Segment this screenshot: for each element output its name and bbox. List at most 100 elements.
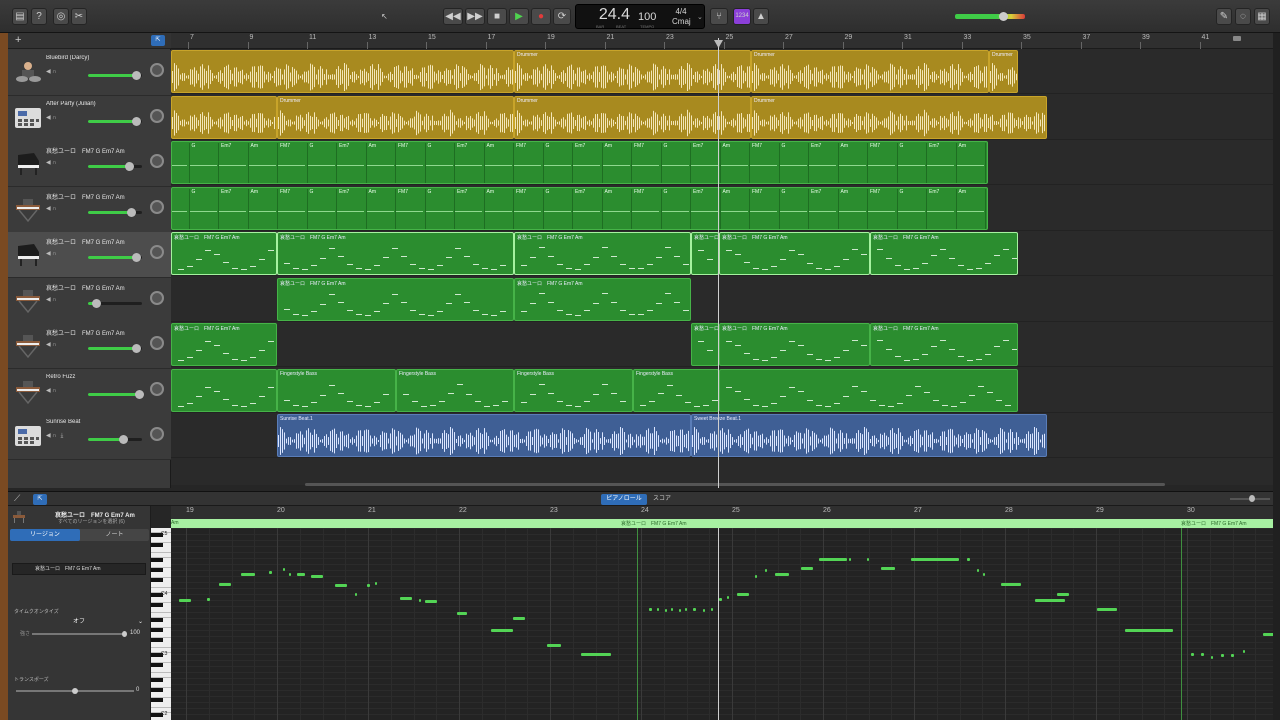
region-name-field[interactable]: 哀愁ユーロ FM7 G Em7 Am	[12, 563, 146, 575]
track-lane[interactable]: 哀愁ユーロ FM7 G Em7 Am哀愁ユーロ FM7 G Em7 Am哀愁ユー…	[171, 231, 1273, 276]
midi-note[interactable]	[297, 573, 305, 576]
arrange-area[interactable]: Drummer Drummer Drummer Drummer Drummer Drumm…	[171, 49, 1273, 485]
track-pan-knob[interactable]	[150, 290, 164, 305]
track-pan-knob[interactable]	[150, 336, 164, 350]
track-header[interactable]: 哀愁ユーロ FM7 G Em7 Am ◀ ∩	[8, 277, 171, 324]
black-key[interactable]	[151, 578, 163, 582]
midi-note[interactable]	[547, 644, 561, 647]
track-pan-knob[interactable]	[150, 108, 164, 123]
headphones-icon[interactable]: ∩	[52, 69, 56, 75]
master-volume-knob[interactable]	[999, 12, 1008, 21]
editor-snap-button[interactable]: ⇱	[33, 494, 47, 505]
zoom-slider[interactable]	[1230, 495, 1270, 502]
midi-note[interactable]	[867, 558, 869, 561]
black-key[interactable]	[151, 568, 163, 572]
track-name[interactable]: 哀愁ユーロ FM7 G Em7 Am	[46, 328, 136, 337]
black-key[interactable]	[151, 678, 163, 682]
midi-note[interactable]	[703, 609, 705, 612]
track-volume-knob[interactable]	[131, 344, 141, 353]
track-name[interactable]: 哀愁ユーロ FM7 G Em7 Am	[46, 237, 136, 246]
track-volume-knob[interactable]	[131, 71, 141, 80]
midi-region[interactable]: 哀愁ユーロ FM7 G Em7 Am	[514, 232, 691, 275]
midi-note[interactable]	[765, 569, 767, 572]
notepad-button[interactable]: ✎	[1216, 8, 1232, 25]
midi-note[interactable]	[457, 612, 467, 615]
library-button[interactable]: ▤	[12, 8, 28, 25]
quantize-select[interactable]: オフ ⌄	[12, 617, 146, 627]
beat-region[interactable]: Sunrise Beat.1	[277, 414, 691, 457]
headphones-icon[interactable]: ∩	[52, 160, 56, 166]
headphones-icon[interactable]: ∩	[52, 297, 56, 303]
track-lane[interactable]: FM7GEm7AmFM7GEm7AmFM7GEm7AmFM7GEm7AmFM7G…	[171, 140, 1273, 185]
track-name[interactable]: 哀愁ユーロ FM7 G Em7 Am	[46, 192, 136, 201]
forward-button[interactable]: ▶▶	[465, 8, 485, 25]
midi-note[interactable]	[491, 629, 513, 632]
track-volume-slider[interactable]	[88, 71, 142, 80]
midi-note[interactable]	[801, 567, 813, 570]
track-name[interactable]: Bluebird (Darcy)	[46, 55, 136, 61]
cycle-button[interactable]: ⟳	[553, 8, 571, 25]
track-volume-knob[interactable]	[135, 389, 145, 399]
track-lane[interactable]: Fingerstyle Bass Fingerstyle Bass Fingerst…	[171, 368, 1273, 413]
midi-note[interactable]	[1231, 654, 1234, 657]
black-key[interactable]	[151, 628, 163, 632]
transpose-slider[interactable]	[16, 688, 134, 694]
track-volume-slider[interactable]	[88, 207, 142, 217]
midi-note[interactable]	[311, 575, 323, 578]
black-key[interactable]	[151, 603, 163, 607]
help-button[interactable]: ?	[31, 8, 47, 25]
master-volume-slider[interactable]	[955, 12, 1025, 21]
track-volume-slider[interactable]	[88, 162, 142, 171]
midi-note[interactable]	[355, 593, 357, 596]
headphones-icon[interactable]: ∩	[52, 206, 56, 212]
drummer-region[interactable]: Drummer	[751, 95, 1047, 139]
drummer-region[interactable]	[171, 50, 514, 93]
drummer-region[interactable]: Drummer	[277, 95, 514, 139]
midi-region[interactable]: Fingerstyle Bass	[277, 368, 396, 412]
black-key[interactable]	[151, 638, 163, 642]
drummer-region[interactable]: Drummer	[989, 50, 1018, 93]
midi-note[interactable]	[1035, 599, 1065, 602]
add-track-button[interactable]: +	[15, 34, 21, 46]
automation-icon[interactable]: ⟋	[14, 493, 20, 504]
midi-note[interactable]	[849, 558, 851, 561]
headphones-icon[interactable]: ∩	[52, 251, 56, 257]
midi-note[interactable]	[425, 600, 437, 603]
midi-note[interactable]	[241, 573, 255, 576]
track-name[interactable]: 哀愁ユーロ FM7 G Em7 Am	[46, 146, 136, 155]
track-volume-knob[interactable]	[131, 116, 141, 126]
drummer-region[interactable]: Drummer	[514, 95, 751, 139]
midi-region[interactable]: Fingerstyle Bass	[396, 368, 514, 412]
midi-note[interactable]	[737, 593, 749, 596]
track-volume-slider[interactable]	[88, 116, 142, 126]
track-volume-knob[interactable]	[127, 207, 137, 217]
track-volume-knob[interactable]	[124, 162, 134, 171]
strength-knob[interactable]	[122, 631, 127, 637]
midi-region[interactable]	[171, 368, 277, 412]
zoom-slider-knob[interactable]	[1249, 495, 1255, 502]
editors-button[interactable]: ✂	[71, 8, 87, 25]
midi-note[interactable]	[219, 583, 231, 586]
midi-note[interactable]	[179, 599, 191, 602]
tab-score[interactable]: スコア	[649, 494, 675, 505]
midi-note[interactable]	[649, 608, 652, 611]
midi-note[interactable]	[755, 575, 757, 578]
midi-note[interactable]	[719, 598, 722, 601]
midi-note[interactable]	[513, 617, 525, 620]
midi-note[interactable]	[679, 609, 681, 612]
midi-region[interactable]: Fingerstyle Bass	[633, 368, 719, 412]
tab-note[interactable]: ノート	[80, 529, 149, 541]
track-header[interactable]: Retro Fuzz ◀ ∩	[8, 368, 171, 415]
midi-note[interactable]	[269, 571, 272, 574]
piano-roll-ruler[interactable]: 19 20 21 22 23 24 25 26 27 28 29 30	[171, 506, 1273, 519]
midi-note[interactable]	[581, 653, 611, 656]
track-volume-slider[interactable]	[88, 253, 142, 262]
chord-region[interactable]: FM7GEm7AmFM7GEm7AmFM7GEm7AmFM7GEm7AmFM7G…	[171, 186, 988, 230]
smart-controls-button[interactable]: ◎	[53, 8, 69, 25]
count-in-button[interactable]: 1234	[733, 8, 751, 25]
headphones-icon[interactable]: ∩	[52, 115, 56, 121]
midi-note[interactable]	[283, 568, 285, 571]
black-key[interactable]	[151, 618, 163, 622]
midi-note[interactable]	[983, 573, 985, 576]
midi-note[interactable]	[1057, 593, 1069, 596]
